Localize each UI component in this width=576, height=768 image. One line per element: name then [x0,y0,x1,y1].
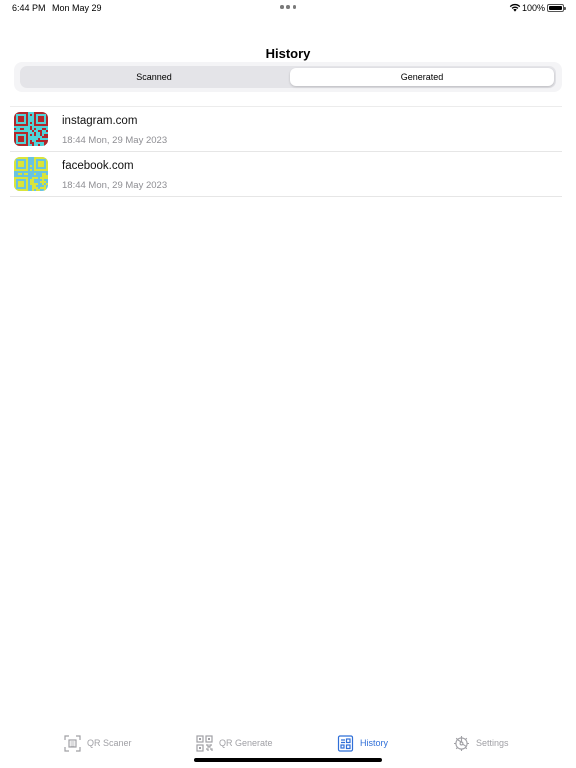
list-item[interactable]: facebook.com 18:44 Mon, 29 May 2023 [10,152,562,197]
segmented-control-container: Scanned Generated [14,62,562,92]
multitasking-dots-icon[interactable] [280,5,296,9]
gear-icon [454,735,469,751]
qr-code-thumbnail-icon [14,112,48,146]
status-date: Mon May 29 [52,3,102,13]
segmented-control: Scanned Generated [20,66,556,88]
segment-generated[interactable]: Generated [290,68,554,86]
home-indicator[interactable] [194,758,382,762]
list-item-title: facebook.com [62,160,134,172]
tab-qr-scaner[interactable]: QR Scaner [64,732,132,754]
qr-code-icon [196,734,213,752]
qr-code-thumbnail-icon [14,157,48,191]
qr-scan-icon [64,734,81,752]
history-icon [337,734,354,752]
status-time: 6:44 PM [12,3,46,13]
battery-icon [547,4,566,12]
list-item[interactable]: instagram.com 18:44 Mon, 29 May 2023 [10,107,562,152]
page-title: History [265,46,311,61]
list-item-timestamp: 18:44 Mon, 29 May 2023 [62,135,168,146]
tab-label: History [360,738,389,748]
wifi-icon [509,3,521,12]
list-item-title: instagram.com [62,115,138,127]
segment-scanned[interactable]: Scanned [22,68,286,86]
battery-percentage: 100% [522,3,546,13]
tab-bar: QR Scaner QR Generate History Settings [0,728,576,758]
tab-history[interactable]: History [337,732,388,754]
history-list: instagram.com 18:44 Mon, 29 May 2023 fac… [10,106,562,197]
tab-qr-generate[interactable]: QR Generate [196,732,273,754]
tab-label: QR Generate [219,738,273,748]
tab-settings[interactable]: Settings [453,732,509,754]
status-bar: 6:44 PM Mon May 29 100% [0,0,576,16]
list-item-timestamp: 18:44 Mon, 29 May 2023 [62,180,168,191]
tab-label: Settings [476,738,509,748]
tab-label: QR Scaner [87,738,132,748]
